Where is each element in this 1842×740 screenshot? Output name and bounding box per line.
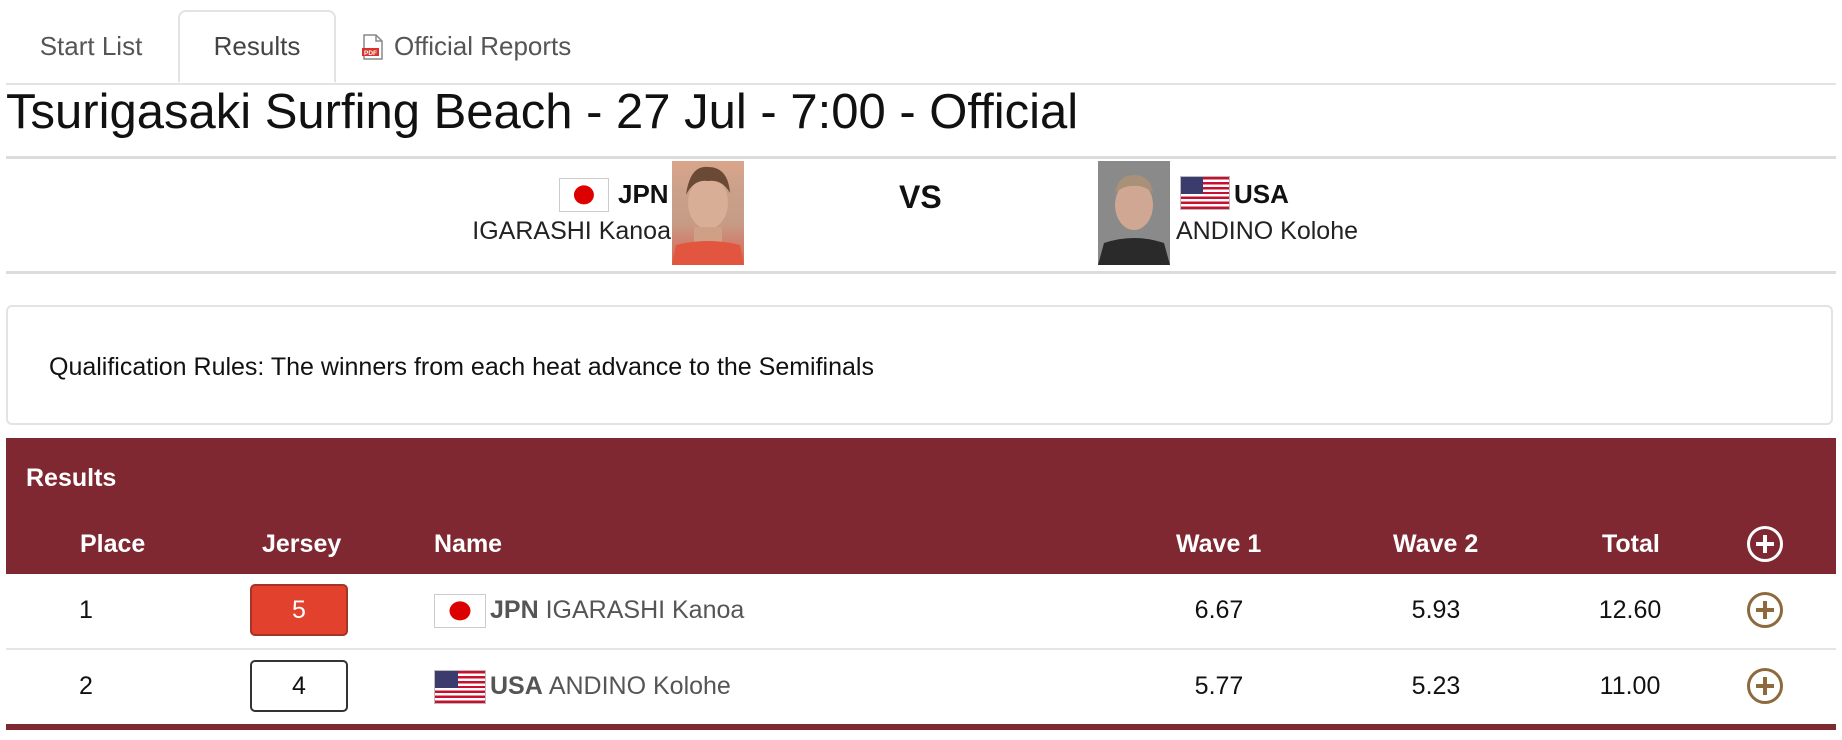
column-header-wave2: Wave 2 — [1393, 530, 1479, 558]
results-table: Results Place Jersey Name Wave 1 Wave 2 … — [6, 438, 1836, 740]
usa-flag-icon — [434, 670, 486, 704]
athlete1-country: JPN — [618, 179, 669, 209]
page-title: Tsurigasaki Surfing Beach - 27 Jul - 7:0… — [6, 85, 1079, 139]
results-header: Results Place Jersey Name Wave 1 Wave 2 … — [6, 438, 1836, 574]
athlete-country: USA — [490, 672, 542, 700]
svg-text:PDF: PDF — [364, 50, 377, 57]
wave1-cell: 6.67 — [1194, 596, 1244, 624]
column-header-wave1: Wave 1 — [1176, 530, 1262, 558]
column-header-jersey: Jersey — [262, 530, 342, 558]
wave2-cell: 5.23 — [1411, 672, 1461, 700]
total-cell: 12.60 — [1598, 596, 1662, 624]
column-header-place: Place — [80, 530, 146, 558]
wave1-cell: 5.77 — [1194, 672, 1244, 700]
total-cell: 11.00 — [1599, 672, 1661, 700]
usa-flag-icon — [1180, 176, 1230, 210]
tab-official-reports-label: Official Reports — [394, 31, 572, 61]
table-row: 1 5 JPN IGARASHI Kanoa 6.67 5.93 12.60 — [6, 574, 1836, 650]
column-header-name: Name — [434, 530, 503, 558]
athlete-name-cell[interactable]: JPN IGARASHI Kanoa — [490, 596, 744, 625]
versus-label: VS — [899, 179, 942, 215]
results-title: Results — [26, 464, 117, 492]
expand-row-icon[interactable] — [1747, 668, 1783, 704]
place-cell: 1 — [79, 596, 93, 624]
athlete1-name[interactable]: IGARASHI Kanoa — [461, 217, 671, 246]
athlete1-photo — [672, 161, 744, 265]
athlete-name-cell[interactable]: USA ANDINO Kolohe — [490, 672, 731, 701]
athlete-name: IGARASHI Kanoa — [545, 596, 745, 624]
tab-official-reports[interactable]: PDF Official Reports — [362, 10, 602, 83]
expand-all-icon[interactable] — [1747, 526, 1783, 562]
qualification-rules-box: Qualification Rules: The winners from ea… — [6, 305, 1833, 425]
tab-bar: Start List Results PDF Official Reports — [6, 10, 1836, 85]
jersey-badge: 4 — [250, 660, 348, 712]
column-header-total: Total — [1602, 530, 1660, 558]
athlete-name: ANDINO Kolohe — [548, 672, 731, 700]
athlete-country: JPN — [490, 596, 539, 624]
tab-start-list[interactable]: Start List — [6, 10, 176, 83]
japan-flag-icon — [434, 594, 486, 628]
matchup-header: JPN IGARASHI Kanoa VS USA ANDINO Kolohe — [6, 156, 1836, 274]
place-cell: 2 — [79, 672, 93, 700]
japan-flag-icon — [559, 178, 609, 212]
athlete2-country: USA — [1234, 179, 1289, 209]
jersey-badge: 5 — [250, 584, 348, 636]
athlete2-photo — [1098, 161, 1170, 265]
wave2-cell: 5.93 — [1411, 596, 1461, 624]
table-bottom-border — [6, 724, 1836, 730]
athlete2-name[interactable]: ANDINO Kolohe — [1176, 217, 1358, 246]
qualification-rules-text: Qualification Rules: The winners from ea… — [49, 353, 874, 381]
tab-results[interactable]: Results — [178, 10, 336, 83]
pdf-icon: PDF — [362, 33, 384, 60]
expand-row-icon[interactable] — [1747, 592, 1783, 628]
table-row: 2 4 USA ANDINO Kolohe 5.77 5.23 11.00 — [6, 650, 1836, 726]
